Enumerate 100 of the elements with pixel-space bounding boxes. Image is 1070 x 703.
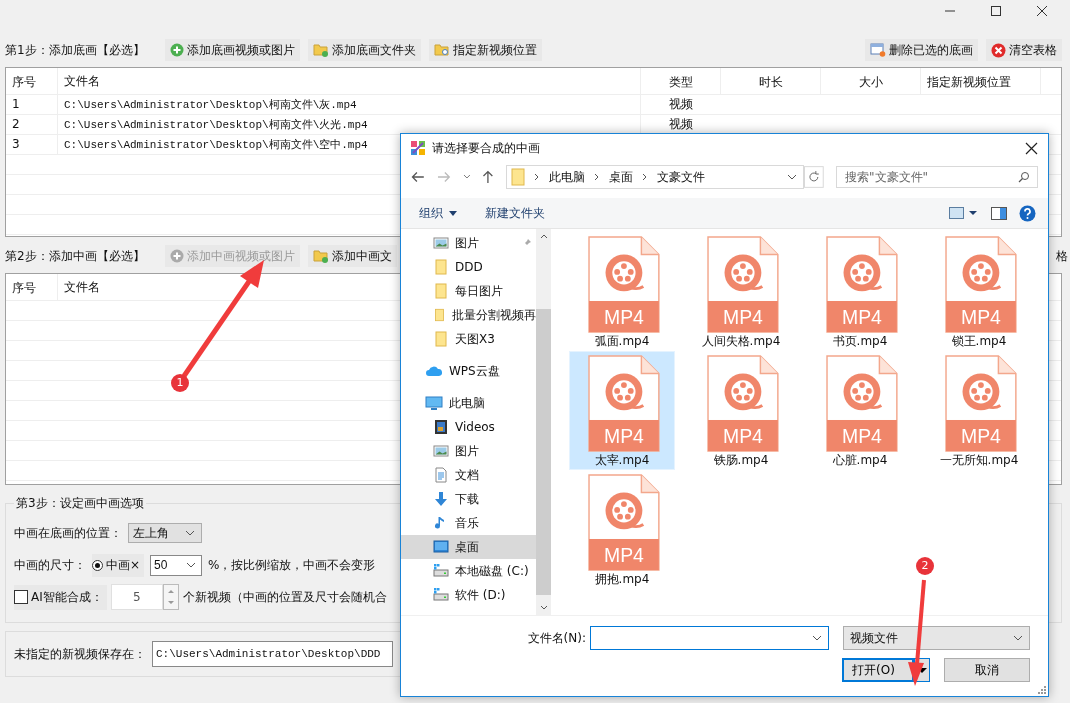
toolbar-button[interactable]: 清空表格 xyxy=(986,39,1062,61)
command-button[interactable]: 组织 xyxy=(411,202,465,224)
view-options-icon[interactable] xyxy=(949,207,979,219)
nav-item[interactable]: 天图X3 xyxy=(401,327,536,351)
command-button[interactable]: 新建文件夹 xyxy=(477,202,553,224)
save-path-field[interactable]: C:\Users\Administrator\Desktop\DDD xyxy=(152,641,393,667)
file-type-select[interactable]: 视频文件 xyxy=(843,626,1030,650)
filename-label: 文件名(N): xyxy=(527,629,586,647)
cancel-button[interactable]: 取消 xyxy=(944,658,1030,682)
folder-icon xyxy=(433,331,449,347)
option-note: 个新视频（中画的位置及尺寸会随机合 xyxy=(182,588,387,606)
table-cell-text: C:\Users\Administrator\Desktop\柯南文件\火光.mp4 xyxy=(64,118,368,132)
count-spinner[interactable]: 5 xyxy=(110,584,163,610)
file-item[interactable]: MP4 铁肠.mp4 xyxy=(688,351,794,470)
file-item[interactable]: MP4 一无所知.mp4 xyxy=(926,351,1032,470)
back-icon[interactable] xyxy=(411,171,425,183)
nav-item[interactable]: 下载 xyxy=(401,487,536,511)
address-bar[interactable]: 此电脑 桌面 文豪文件 xyxy=(506,165,805,189)
breadcrumb-item[interactable]: 桌面 xyxy=(609,168,634,186)
toolbar-button[interactable]: 指定新视频位置 xyxy=(428,39,542,61)
maximize-icon[interactable] xyxy=(990,5,1002,17)
scrollbar-thumb[interactable] xyxy=(536,309,551,595)
scale-combo[interactable]: 50 xyxy=(150,554,203,576)
caret-icon[interactable] xyxy=(462,174,471,180)
nav-item[interactable]: 文档 xyxy=(401,463,536,487)
nav-item[interactable]: 音乐 xyxy=(401,511,536,535)
nav-item[interactable]: 每日图片 xyxy=(401,279,536,303)
folder-icon xyxy=(433,283,449,299)
clear-icon xyxy=(991,42,1006,58)
toolbar-button-text[interactable]: 格 xyxy=(1056,247,1068,265)
toolbar-button[interactable]: 删除已选的底画 xyxy=(865,39,978,61)
add-icon xyxy=(169,43,184,57)
filename-field[interactable] xyxy=(590,626,829,650)
column-header: 序号 xyxy=(6,68,58,94)
nav-item[interactable]: 桌面 xyxy=(401,535,536,559)
ai-checkbox[interactable]: AI智能合成： xyxy=(14,584,107,610)
file-item[interactable]: MP4 书页.mp4 xyxy=(807,232,913,351)
dialog-title: 请选择要合成的中画 xyxy=(432,139,540,157)
image-icon xyxy=(433,443,449,459)
nav-item[interactable]: DDD xyxy=(401,255,536,279)
file-type-label: MP4 xyxy=(961,306,1001,329)
video-file-icon xyxy=(588,236,660,333)
spinner-arrows-icon[interactable] xyxy=(162,584,179,610)
help-icon[interactable] xyxy=(1019,204,1036,222)
nav-item[interactable]: 此电脑 xyxy=(401,391,536,415)
toolbar-button[interactable]: 添加底画文件夹 xyxy=(307,39,421,61)
table-cell: 1 xyxy=(6,95,58,114)
up-icon[interactable] xyxy=(482,170,495,184)
drive-icon xyxy=(433,587,449,603)
preview-pane-icon[interactable] xyxy=(991,206,1007,220)
folder-icon xyxy=(433,307,446,323)
step-label: 第2步：添加中画【必选】 xyxy=(5,247,145,265)
scrollbar[interactable] xyxy=(536,229,551,615)
search-icon[interactable] xyxy=(1018,171,1030,183)
video-file-icon xyxy=(588,355,660,452)
file-item[interactable]: MP4 心脏.mp4 xyxy=(807,351,913,470)
film-icon xyxy=(433,419,449,435)
open-button[interactable]: 打开(O) xyxy=(842,658,914,682)
nav-item[interactable]: 图片 xyxy=(401,439,536,463)
table-cell-text: C:\Users\Administrator\Desktop\柯南文件\空中.mp4 xyxy=(64,138,368,152)
nav-item[interactable]: 软件 (D:) xyxy=(401,583,536,607)
file-item[interactable]: MP4 太宰.mp4 xyxy=(569,351,675,470)
monitor-icon xyxy=(425,395,443,411)
caret-icon xyxy=(449,210,457,216)
column-header: 类型 xyxy=(641,68,721,94)
file-item[interactable]: MP4 人间失格.mp4 xyxy=(688,232,794,351)
scale-radio[interactable]: 中画× xyxy=(92,553,145,577)
column-header: 大小 xyxy=(821,68,921,94)
option-label: 中画在底画的位置： xyxy=(14,524,122,542)
table-cell: 2 xyxy=(6,115,58,134)
caret-icon[interactable] xyxy=(812,635,822,641)
file-item[interactable]: MP4 弧面.mp4 xyxy=(569,232,675,351)
caret-icon[interactable] xyxy=(787,174,798,180)
option-label: 中画的尺寸： xyxy=(14,556,86,574)
refresh-icon[interactable] xyxy=(804,166,824,188)
folder-search-icon xyxy=(433,43,450,57)
close-icon[interactable] xyxy=(1036,5,1048,17)
file-type-label: MP4 xyxy=(961,425,1001,448)
toolbar-button[interactable]: 添加底画视频或图片 xyxy=(164,39,300,61)
close-icon[interactable] xyxy=(1025,141,1038,155)
scroll-down-icon[interactable] xyxy=(539,605,548,611)
search-field[interactable]: 搜索"文豪文件" xyxy=(836,166,1038,188)
app-icon xyxy=(410,140,426,156)
toolbar-button[interactable]: 添加中画文 xyxy=(307,245,397,267)
breadcrumb-item[interactable]: 此电脑 xyxy=(549,168,586,186)
nav-item[interactable]: 本地磁盘 (C:) xyxy=(401,559,536,583)
nav-item[interactable]: 批量分割视频再 xyxy=(401,303,536,327)
caret-icon xyxy=(186,562,197,568)
nav-item[interactable]: WPS云盘 xyxy=(401,359,536,383)
position-select[interactable]: 左上角 xyxy=(128,523,202,543)
breadcrumb-item[interactable]: 文豪文件 xyxy=(657,168,706,186)
nav-item[interactable]: Videos xyxy=(401,415,536,439)
nav-item[interactable]: 图片 xyxy=(401,231,536,255)
table-cell-text: 视频 xyxy=(668,96,694,113)
step-label: 第1步：添加底画【必选】 xyxy=(5,41,145,59)
file-item[interactable]: MP4 拥抱.mp4 xyxy=(569,470,675,589)
resize-grip-icon[interactable] xyxy=(1036,684,1046,694)
file-item[interactable]: MP4 锁王.mp4 xyxy=(926,232,1032,351)
video-file-icon xyxy=(945,355,1017,452)
scroll-up-icon[interactable] xyxy=(539,233,548,239)
